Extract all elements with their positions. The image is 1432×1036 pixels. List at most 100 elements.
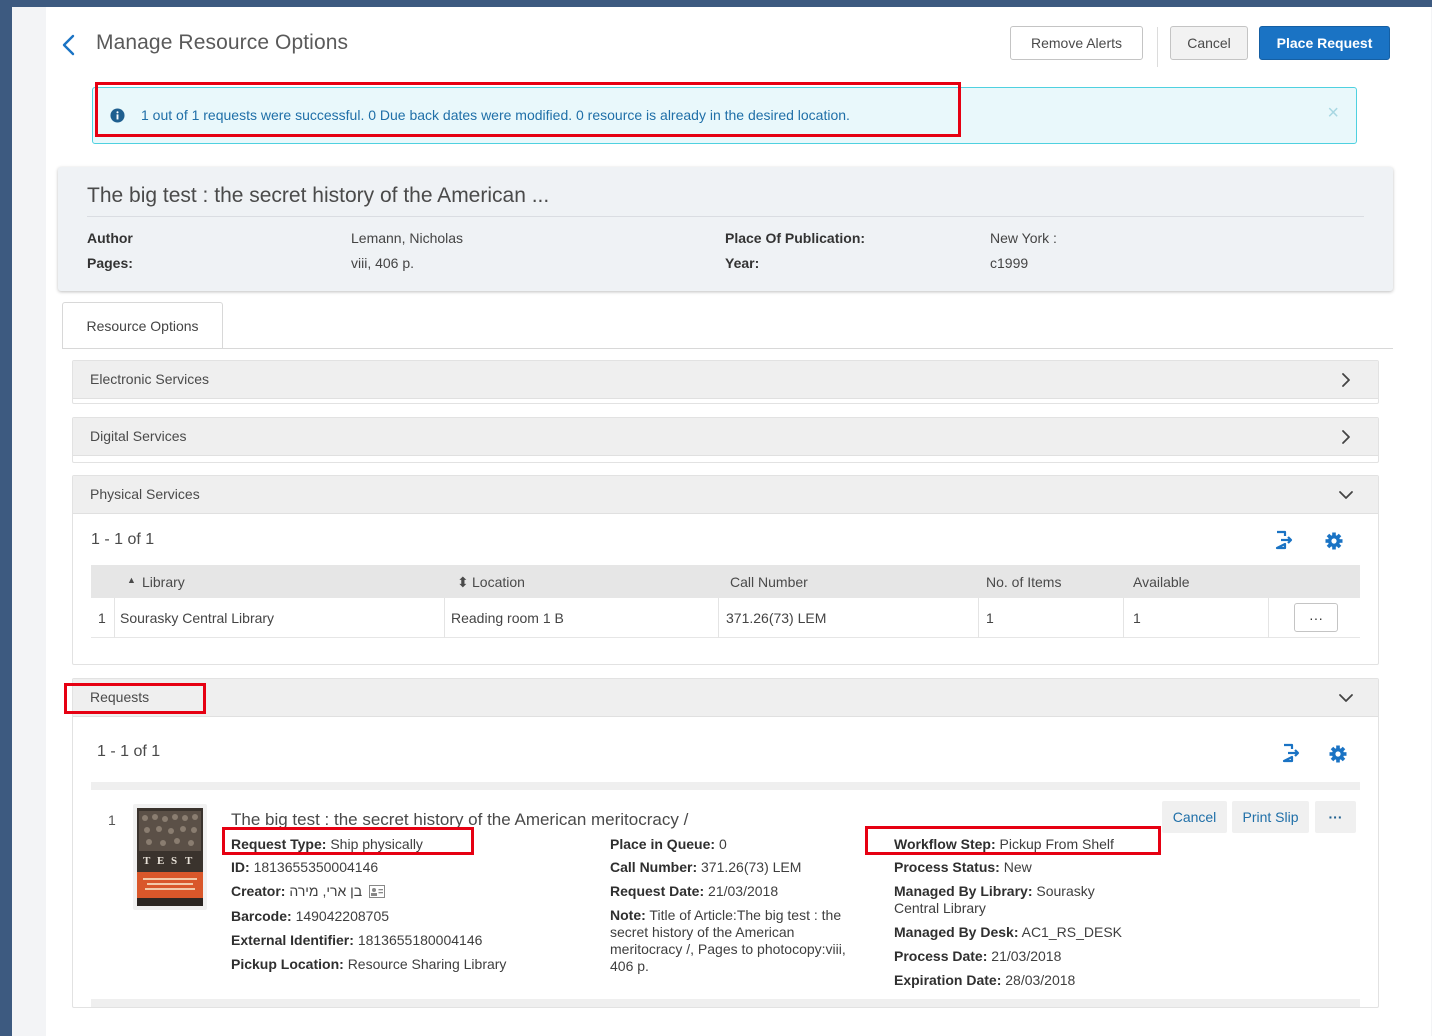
print-slip-button[interactable]: Print Slip xyxy=(1232,801,1309,833)
author-value: Lemann, Nicholas xyxy=(351,230,464,246)
column-separator xyxy=(1123,598,1124,638)
app-canvas: Manage Resource Options Remove Alerts Ca… xyxy=(12,7,1432,1036)
table-row[interactable]: 1 Sourasky Central Library Reading room … xyxy=(91,598,1360,638)
field-value: Resource Sharing Library xyxy=(347,956,507,972)
request-card-bottom-strip xyxy=(91,999,1360,1007)
close-icon[interactable]: × xyxy=(1327,102,1339,125)
field-label: External Identifier: xyxy=(231,932,354,948)
column-separator xyxy=(114,598,115,638)
column-separator xyxy=(1268,598,1269,638)
field-label: Managed By Desk: xyxy=(894,924,1019,940)
alert-message: 1 out of 1 requests were successful. 0 D… xyxy=(141,107,850,123)
tab-underline xyxy=(62,348,1393,349)
year-label: Year: xyxy=(725,255,760,271)
svg-text:T: T xyxy=(185,855,193,867)
field-label: Process Date: xyxy=(894,948,988,964)
electronic-services-header[interactable]: Electronic Services xyxy=(73,361,1378,399)
export-icon[interactable] xyxy=(1281,743,1301,763)
place-in-queue-field: Place in Queue: 0 xyxy=(610,836,727,853)
field-label: Process Status: xyxy=(894,859,1000,875)
panel-title: Electronic Services xyxy=(90,371,210,387)
field-value: 21/03/2018 xyxy=(708,883,779,899)
requests-results-count: 1 - 1 of 1 xyxy=(97,743,161,760)
expiration-date-field: Expiration Date: 28/03/2018 xyxy=(894,972,1075,989)
sort-asc-icon[interactable]: ▲ xyxy=(127,575,136,585)
field-label: Managed By Library: xyxy=(894,883,1033,899)
svg-text:S: S xyxy=(171,855,177,867)
field-label: ID: xyxy=(231,859,250,875)
page-title: Manage Resource Options xyxy=(96,31,349,54)
book-cover-thumbnail[interactable]: T E S T xyxy=(133,804,207,910)
svg-text:E: E xyxy=(157,855,164,867)
panel-title: Physical Services xyxy=(90,486,200,502)
field-value: 28/03/2018 xyxy=(1005,972,1076,988)
electronic-services-panel: Electronic Services xyxy=(72,360,1379,404)
gear-icon[interactable] xyxy=(1328,744,1348,764)
field-label: Creator: xyxy=(231,883,286,899)
gear-icon[interactable] xyxy=(1324,531,1344,551)
chevron-left-icon[interactable] xyxy=(60,33,78,57)
place-request-button[interactable]: Place Request xyxy=(1259,26,1390,60)
column-header-library[interactable]: Library xyxy=(142,574,185,590)
field-label: Request Type: xyxy=(231,836,327,852)
column-header-no-of-items[interactable]: No. of Items xyxy=(986,574,1061,590)
field-label: Call Number: xyxy=(610,859,698,875)
available-cell: 1 xyxy=(1133,610,1141,626)
manage-resource-options-page: Manage Resource Options Remove Alerts Ca… xyxy=(46,7,1431,1036)
request-date-field: Request Date: 21/03/2018 xyxy=(610,883,778,900)
column-header-call-number[interactable]: Call Number xyxy=(730,574,808,590)
chevron-right-icon xyxy=(1342,373,1350,387)
field-label: Place in Queue: xyxy=(610,836,716,852)
field-label: Barcode: xyxy=(231,908,292,924)
location-cell: Reading room 1 B xyxy=(451,610,564,626)
process-date-field: Process Date: 21/03/2018 xyxy=(894,948,1061,965)
request-title[interactable]: The big test : the secret history of the… xyxy=(231,810,688,830)
author-label: Author xyxy=(87,230,133,246)
items-cell: 1 xyxy=(986,610,994,626)
field-value: AC1_RS_DESK xyxy=(1021,924,1122,940)
library-cell: Sourasky Central Library xyxy=(120,610,275,626)
panel-title: Requests xyxy=(90,689,150,705)
book-cover-image: T E S T xyxy=(137,808,203,906)
column-header-available[interactable]: Available xyxy=(1133,574,1190,590)
cancel-button[interactable]: Cancel xyxy=(1170,26,1248,60)
digital-services-panel: Digital Services xyxy=(72,417,1379,463)
request-card: 1 T E S T The big test: the secret hist… xyxy=(91,782,1360,1004)
field-label: Request Date: xyxy=(610,883,705,899)
export-icon[interactable] xyxy=(1274,530,1294,550)
digital-services-header[interactable]: Digital Services xyxy=(73,418,1378,456)
physical-services-header[interactable]: Physical Services xyxy=(73,476,1378,514)
place-of-publication-label: Place Of Publication: xyxy=(725,230,866,246)
bibliographic-record: The big test : the secret history of the… xyxy=(58,167,1393,291)
requests-header[interactable]: Requests xyxy=(73,679,1378,717)
field-label: Expiration Date: xyxy=(894,972,1002,988)
field-value: 149042208705 xyxy=(295,908,390,924)
id-field: ID: 1813655350004146 xyxy=(231,859,378,876)
request-cancel-button[interactable]: Cancel xyxy=(1162,801,1227,833)
creator-field: Creator: בן ארי, מירה xyxy=(231,883,386,900)
window-frame-top xyxy=(0,0,1432,7)
request-more-actions-button[interactable]: ··· xyxy=(1315,801,1356,833)
call-number-field: Call Number: 371.26(73) LEM xyxy=(610,859,801,876)
requests-panel: Requests 1 - 1 of 1 1 T E S T The big te… xyxy=(72,678,1379,1008)
physical-services-panel: Physical Services 1 - 1 of 1 ▲ Library ⬍… xyxy=(72,475,1379,665)
holdings-table-header: ▲ Library ⬍ Location Call Number No. of … xyxy=(91,565,1360,598)
physical-results-count: 1 - 1 of 1 xyxy=(91,531,155,548)
header-separator xyxy=(1157,27,1158,67)
sortable-icon[interactable]: ⬍ xyxy=(457,574,469,591)
row-actions-button[interactable]: ··· xyxy=(1294,603,1338,632)
record-title: The big test : the secret history of the… xyxy=(87,184,550,207)
field-label: Pickup Location: xyxy=(231,956,344,972)
note-field: Note: Title of Article:The big test : th… xyxy=(610,907,855,975)
field-value: New xyxy=(1003,859,1032,875)
row-number: 1 xyxy=(98,610,106,626)
pages-value: viii, 406 p. xyxy=(351,255,415,271)
tab-resource-options[interactable]: Resource Options xyxy=(62,302,223,349)
year-value: c1999 xyxy=(990,255,1029,271)
id-card-icon[interactable] xyxy=(369,885,386,898)
field-value: 1813655350004146 xyxy=(253,859,379,875)
process-status-field: Process Status: New xyxy=(894,859,1032,876)
column-header-location[interactable]: Location xyxy=(472,574,525,590)
barcode-field: Barcode: 149042208705 xyxy=(231,908,389,925)
remove-alerts-button[interactable]: Remove Alerts xyxy=(1010,26,1143,60)
